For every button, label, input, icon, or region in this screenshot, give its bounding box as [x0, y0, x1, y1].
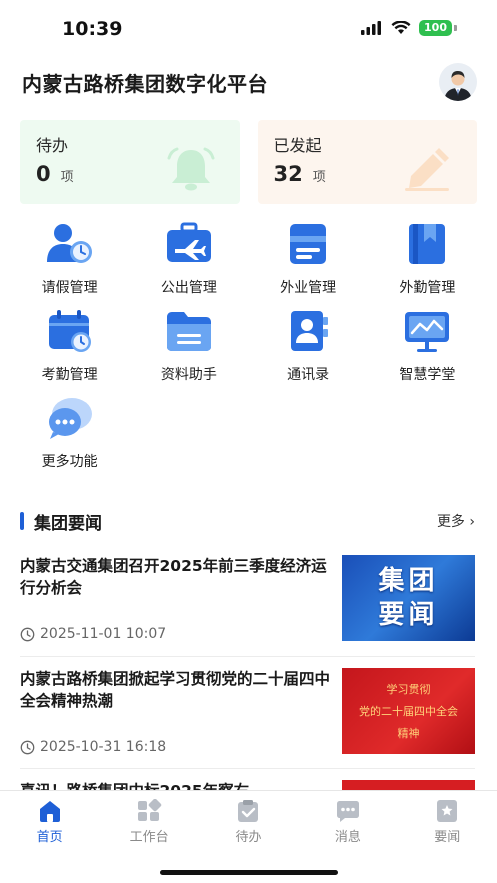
- function-leave[interactable]: 请假管理: [10, 222, 129, 296]
- pencil-icon: [405, 148, 449, 191]
- function-label: 公出管理: [160, 280, 217, 296]
- function-folder[interactable]: 资料助手: [129, 309, 248, 383]
- app-title: 内蒙古路桥集团数字化平台: [22, 71, 268, 96]
- function-field-work[interactable]: 外业管理: [249, 222, 368, 296]
- news-icon: [437, 800, 458, 822]
- status-bar: 10:39 100: [0, 0, 497, 60]
- home-icon: [39, 801, 60, 822]
- function-label: 考勤管理: [41, 367, 98, 383]
- news-headline: 喜讯！路桥集团中标2025年察右: [20, 780, 336, 790]
- tab-label: 消息: [334, 830, 361, 845]
- started-unit: 项: [312, 170, 326, 185]
- thumb-text: 党的二十届四中全会: [359, 705, 458, 718]
- todo-unit: 项: [60, 170, 74, 185]
- news-thumbnail: 学习贯彻 党的二十届四中全会 精神: [342, 668, 475, 754]
- function-classroom[interactable]: 智慧学堂: [368, 309, 487, 383]
- news-section-title: 集团要闻: [34, 513, 102, 534]
- tab-label: 待办: [235, 830, 262, 845]
- business-trip-icon: [166, 222, 211, 262]
- function-contacts[interactable]: 通讯录: [249, 309, 368, 383]
- user-avatar-icon: [439, 63, 477, 101]
- todo-count: 0: [36, 162, 51, 186]
- attendance-icon: [48, 310, 91, 352]
- news-headline: 内蒙古路桥集团掀起学习贯彻党的二十届四中全会精神热潮: [20, 670, 331, 710]
- field-service-icon: [409, 224, 446, 264]
- bottom-tab-bar: 首页 工作台 待办 消息 要闻: [0, 790, 497, 883]
- clock-icon: [20, 740, 35, 754]
- leave-icon: [46, 224, 92, 263]
- contacts-icon: [291, 311, 329, 351]
- function-grid: 请假管理 公出管理 外业管理 外勤管理 考勤管理 资料助手 通讯录 智慧学堂 更…: [10, 222, 487, 470]
- signal-icon: [361, 21, 382, 35]
- news-date: 2025-10-31 16:18: [40, 739, 167, 755]
- avatar[interactable]: [439, 63, 477, 101]
- status-time: 10:39: [62, 18, 123, 40]
- function-label: 外勤管理: [399, 280, 456, 296]
- news-item[interactable]: 内蒙古路桥集团掀起学习贯彻党的二十届四中全会精神热潮 2025-10-31 16…: [20, 668, 475, 768]
- news-item[interactable]: 内蒙古交通集团召开2025年前三季度经济运行分析会 2025-11-01 10:…: [20, 555, 475, 655]
- classroom-icon: [405, 312, 450, 352]
- news-divider: [20, 768, 475, 769]
- tab-todo[interactable]: 待办: [213, 799, 283, 845]
- tab-label: 要闻: [434, 830, 461, 845]
- tab-home[interactable]: 首页: [15, 799, 85, 845]
- clock-icon: [20, 627, 35, 641]
- news-item[interactable]: 喜讯！路桥集团中标2025年察右: [20, 780, 475, 790]
- news-thumbnail: [342, 780, 475, 790]
- battery-indicator: 100: [419, 20, 452, 36]
- tab-workbench[interactable]: 工作台: [114, 799, 184, 845]
- tab-news[interactable]: 要闻: [412, 799, 482, 845]
- wifi-icon: [391, 21, 411, 34]
- news-date: 2025-11-01 10:07: [40, 626, 167, 642]
- tab-message[interactable]: 消息: [313, 799, 383, 845]
- section-accent-bar: [20, 512, 24, 530]
- tab-label: 首页: [36, 830, 63, 845]
- field-work-icon: [290, 224, 327, 264]
- thumb-text: 学习贯彻: [386, 683, 431, 696]
- message-icon: [336, 801, 359, 822]
- news-headline: 内蒙古交通集团召开2025年前三季度经济运行分析会: [20, 557, 327, 597]
- more-icon: [48, 398, 92, 439]
- workbench-icon: [138, 799, 162, 821]
- summary-cards: 待办 0 项 已发起 32 项: [20, 120, 477, 204]
- started-count: 32: [273, 162, 303, 186]
- function-attendance[interactable]: 考勤管理: [10, 309, 129, 383]
- news-thumbnail: 集团 要闻: [342, 555, 475, 641]
- bell-icon: [167, 147, 214, 191]
- function-label: 外业管理: [280, 280, 337, 296]
- thumb-text: 集团: [378, 566, 439, 596]
- todo-card[interactable]: 待办 0 项: [20, 120, 240, 204]
- function-label: 资料助手: [160, 367, 217, 383]
- function-more[interactable]: 更多功能: [10, 396, 129, 470]
- started-card[interactable]: 已发起 32 项: [257, 120, 477, 204]
- function-label: 请假管理: [41, 280, 98, 296]
- status-icons: 100: [361, 20, 457, 36]
- thumb-text: 要闻: [378, 600, 439, 630]
- todo-icon: [238, 800, 259, 822]
- folder-icon: [166, 312, 211, 351]
- thumb-text: 精神: [397, 727, 420, 740]
- battery-tip: [454, 25, 457, 31]
- news-section-header: 集团要闻 更多 ›: [20, 508, 475, 534]
- function-field-service[interactable]: 外勤管理: [368, 222, 487, 296]
- tab-label: 工作台: [129, 830, 169, 845]
- function-label: 智慧学堂: [399, 367, 456, 383]
- news-more-link[interactable]: 更多 ›: [437, 511, 475, 531]
- news-divider: [20, 656, 475, 657]
- function-label: 更多功能: [41, 454, 98, 470]
- app-header: 内蒙古路桥集团数字化平台: [22, 62, 477, 102]
- home-indicator: [160, 870, 338, 875]
- function-business-trip[interactable]: 公出管理: [129, 222, 248, 296]
- function-label: 通讯录: [287, 367, 330, 383]
